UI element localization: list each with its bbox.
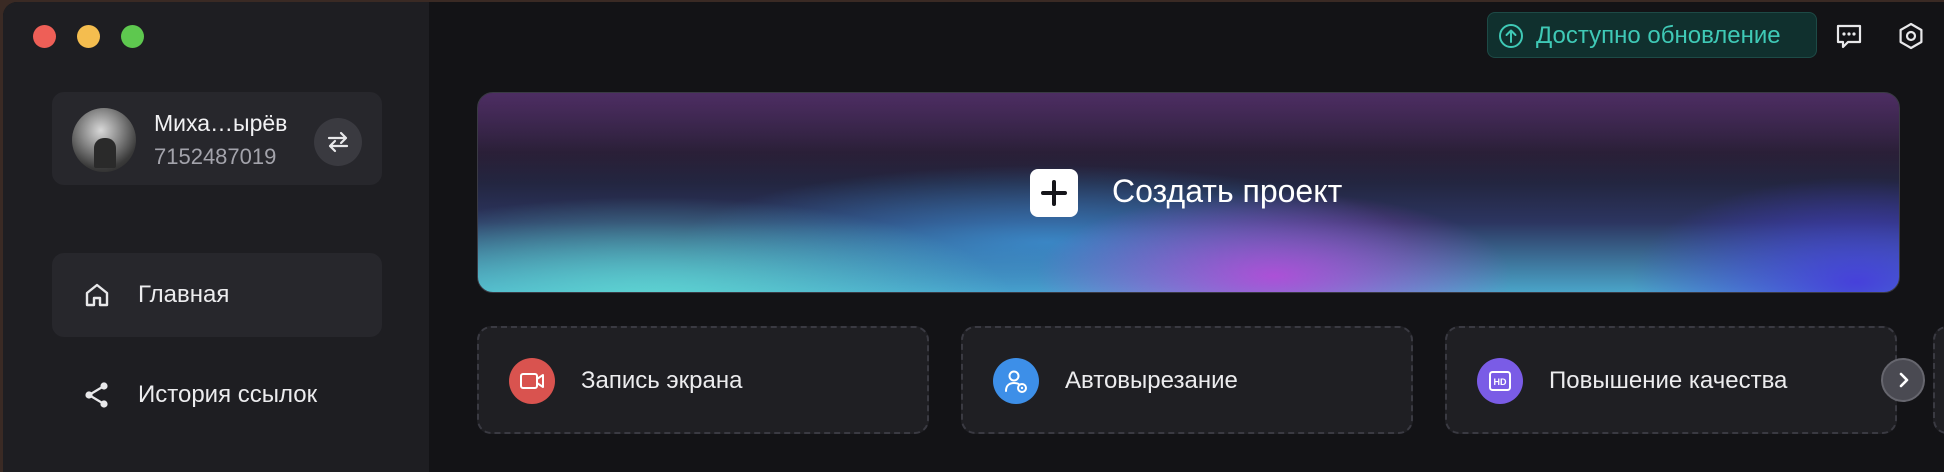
share-icon xyxy=(85,382,108,408)
tool-screen-recording[interactable]: Запись экрана xyxy=(477,326,929,434)
sidebar-item-label: Главная xyxy=(138,281,230,308)
settings-icon[interactable] xyxy=(1895,20,1927,52)
chevron-right-icon xyxy=(1899,372,1909,388)
sidebar-item-label: История ссылок xyxy=(138,381,318,408)
avatar xyxy=(72,108,136,172)
tool-quality-upscale[interactable]: HD Повышение качества xyxy=(1445,326,1897,434)
account-card[interactable]: Миха…ырёв 7152487019 xyxy=(52,92,382,185)
create-project-button[interactable]: Создать проект xyxy=(477,92,1900,293)
minimize-window-button[interactable] xyxy=(77,25,100,48)
update-available-button[interactable]: Доступно обновление xyxy=(1487,12,1817,58)
svg-text:HD: HD xyxy=(1494,377,1507,387)
tool-auto-cutout[interactable]: Автовырезание xyxy=(961,326,1413,434)
create-project-label: Создать проект xyxy=(1112,173,1343,209)
switch-account-button[interactable] xyxy=(314,118,362,166)
account-id: 7152487019 xyxy=(154,144,277,169)
zoom-window-button[interactable] xyxy=(121,25,144,48)
tool-card-partial xyxy=(1933,326,1944,434)
tools-next-button[interactable] xyxy=(1881,358,1925,402)
account-name: Миха…ырёв xyxy=(154,110,288,136)
home-icon xyxy=(85,283,109,307)
feedback-icon[interactable] xyxy=(1833,20,1865,52)
close-window-button[interactable] xyxy=(33,25,56,48)
sidebar: Миха…ырёв 7152487019 Главная История ссы… xyxy=(3,2,429,472)
person-cutout-icon xyxy=(993,358,1039,404)
arrow-up-circle-icon xyxy=(1499,24,1523,48)
app-window: Миха…ырёв 7152487019 Главная История ссы… xyxy=(3,2,1944,472)
tool-label: Автовырезание xyxy=(1065,367,1238,394)
tool-label: Повышение качества xyxy=(1549,367,1788,394)
video-camera-icon xyxy=(509,358,555,404)
sidebar-item-link-history[interactable]: История ссылок xyxy=(52,353,382,437)
update-label: Доступно обновление xyxy=(1536,22,1781,49)
plus-icon xyxy=(1030,169,1078,217)
swap-arrows-icon xyxy=(327,131,349,153)
hd-icon: HD xyxy=(1477,358,1523,404)
tool-label: Запись экрана xyxy=(581,367,743,394)
sidebar-item-home[interactable]: Главная xyxy=(52,253,382,337)
